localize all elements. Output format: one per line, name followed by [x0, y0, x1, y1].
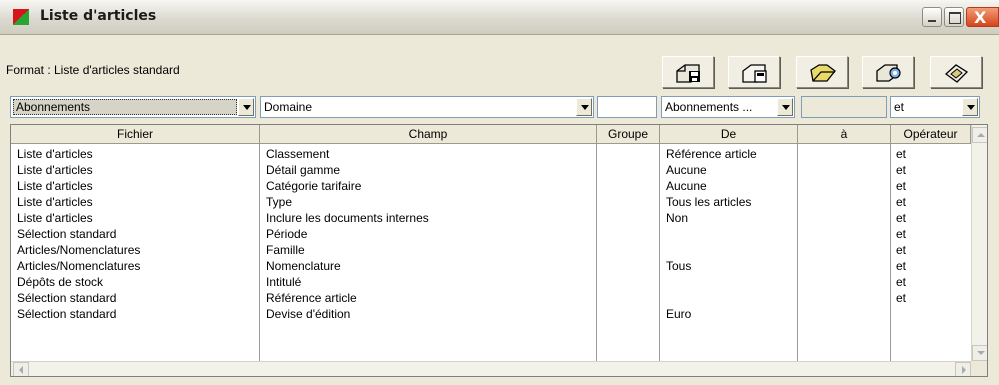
cell-champ[interactable]: Nomenclature	[266, 258, 594, 274]
operateur-select[interactable]: et	[890, 96, 980, 118]
cell-fichier[interactable]: Liste d'articles	[17, 178, 257, 194]
a-field[interactable]	[801, 96, 887, 118]
cell-champ[interactable]: Période	[266, 226, 594, 242]
de-select[interactable]: Abonnements ...	[661, 96, 795, 118]
cell-fichier[interactable]: Liste d'articles	[17, 210, 257, 226]
champ-select[interactable]: Domaine	[260, 96, 594, 118]
save-icon	[676, 64, 700, 83]
criteria-grid[interactable]: Fichier Champ Groupe De à Opérateur List…	[10, 124, 988, 377]
table-row[interactable]: Articles/Nomenclatures Famille et	[11, 242, 971, 258]
horizontal-scrollbar[interactable]	[11, 361, 971, 376]
cell-de[interactable]: Non	[666, 210, 794, 226]
cell-champ[interactable]: Devise d'édition	[266, 306, 594, 322]
scroll-down-icon[interactable]	[972, 345, 987, 361]
table-row[interactable]: Liste d'articles Classement Référence arti…	[11, 146, 971, 162]
cell-champ[interactable]: Famille	[266, 242, 594, 258]
cell-champ[interactable]: Catégorie tarifaire	[266, 178, 594, 194]
cell-fichier[interactable]: Liste d'articles	[17, 194, 257, 210]
column-header-groupe[interactable]: Groupe	[597, 125, 660, 144]
chevron-down-icon[interactable]	[576, 98, 592, 116]
maximize-button[interactable]	[944, 7, 964, 27]
cell-fichier[interactable]: Liste d'articles	[17, 146, 257, 162]
cell-fichier[interactable]: Sélection standard	[17, 226, 257, 242]
cell-operateur[interactable]: et	[896, 178, 968, 194]
champ-select-value: Domaine	[264, 100, 313, 114]
cell-fichier[interactable]: Sélection standard	[17, 290, 257, 306]
open-button[interactable]	[796, 56, 848, 88]
print-button[interactable]	[862, 56, 914, 88]
table-row[interactable]: Liste d'articles Détail gamme Aucune et	[11, 162, 971, 178]
cell-de[interactable]: Aucune	[666, 178, 794, 194]
scroll-left-icon[interactable]	[13, 362, 29, 376]
cell-operateur[interactable]: et	[896, 242, 968, 258]
table-row[interactable]: Liste d'articles Catégorie tarifaire Aucun…	[11, 178, 971, 194]
open-folder-icon	[810, 64, 836, 82]
chevron-down-icon[interactable]	[962, 98, 978, 116]
cell-champ[interactable]: Type	[266, 194, 594, 210]
app-icon	[13, 9, 29, 25]
operateur-select-value: et	[894, 100, 905, 114]
cell-fichier[interactable]: Liste d'articles	[17, 162, 257, 178]
table-row[interactable]: Articles/Nomenclatures Nomenclature Tous et	[11, 258, 971, 274]
print-icon	[876, 64, 901, 82]
eraser-button[interactable]	[930, 56, 982, 88]
cell-de[interactable]: Euro	[666, 306, 794, 322]
groupe-field[interactable]	[597, 96, 657, 118]
table-row[interactable]: Sélection standard Période et	[11, 226, 971, 242]
save-as-button[interactable]	[728, 56, 780, 88]
cell-fichier[interactable]: Sélection standard	[17, 306, 257, 322]
column-header-a[interactable]: à	[798, 125, 891, 144]
fichier-select[interactable]: Abonnements	[10, 96, 256, 118]
chevron-down-icon[interactable]	[777, 98, 793, 116]
table-row[interactable]: Sélection standard Devise d'édition Euro	[11, 306, 971, 322]
de-select-value: Abonnements ...	[665, 100, 753, 114]
cell-operateur[interactable]: et	[896, 258, 968, 274]
cell-operateur[interactable]: et	[896, 162, 968, 178]
cell-de[interactable]: Tous	[666, 258, 794, 274]
column-header-operateur[interactable]: Opérateur	[891, 125, 971, 144]
resize-grip-icon[interactable]	[971, 361, 987, 376]
cell-operateur[interactable]: et	[896, 194, 968, 210]
cell-champ[interactable]: Inclure les documents internes	[266, 210, 594, 226]
cell-fichier[interactable]: Articles/Nomenclatures	[17, 258, 257, 274]
article-list-window: Liste d'articles X Format : Liste d'arti…	[0, 0, 999, 385]
cell-champ[interactable]: Détail gamme	[266, 162, 594, 178]
scroll-right-icon[interactable]	[955, 362, 971, 376]
cell-champ[interactable]: Intitulé	[266, 274, 594, 290]
table-row[interactable]: Sélection standard Référence article et	[11, 290, 971, 306]
cell-operateur[interactable]: et	[896, 290, 968, 306]
close-icon: X	[974, 8, 987, 27]
vertical-scrollbar[interactable]	[971, 125, 987, 361]
cell-operateur[interactable]: et	[896, 226, 968, 242]
cell-de[interactable]: Référence article	[666, 146, 794, 162]
table-row[interactable]: Dépôts de stock Intitulé et	[11, 274, 971, 290]
window-title: Liste d'articles	[40, 8, 157, 24]
scroll-up-icon[interactable]	[972, 127, 987, 143]
close-button[interactable]: X	[966, 7, 999, 27]
cell-fichier[interactable]: Articles/Nomenclatures	[17, 242, 257, 258]
cell-operateur[interactable]: et	[896, 146, 968, 162]
fichier-select-value: Abonnements	[13, 99, 237, 115]
chevron-down-icon[interactable]	[238, 98, 254, 116]
column-header-de[interactable]: De	[660, 125, 798, 144]
cell-champ[interactable]: Classement	[266, 146, 594, 162]
table-row[interactable]: Liste d'articles Type Tous les articles et	[11, 194, 971, 210]
minimize-button[interactable]	[922, 7, 942, 27]
cell-operateur[interactable]: et	[896, 210, 968, 226]
title-bar: Liste d'articles X	[0, 0, 999, 35]
column-header-champ[interactable]: Champ	[260, 125, 597, 144]
save-as-icon	[742, 64, 767, 83]
column-header-fichier[interactable]: Fichier	[11, 125, 260, 144]
cell-de[interactable]: Aucune	[666, 162, 794, 178]
cell-fichier[interactable]: Dépôts de stock	[17, 274, 257, 290]
cell-champ[interactable]: Référence article	[266, 290, 594, 306]
save-button[interactable]	[662, 56, 714, 88]
format-label: Format : Liste d'articles standard	[6, 63, 180, 77]
cell-de[interactable]: Tous les articles	[666, 194, 794, 210]
table-row[interactable]: Liste d'articles Inclure les documents in…	[11, 210, 971, 226]
eraser-icon	[944, 64, 969, 83]
cell-operateur[interactable]: et	[896, 274, 968, 290]
